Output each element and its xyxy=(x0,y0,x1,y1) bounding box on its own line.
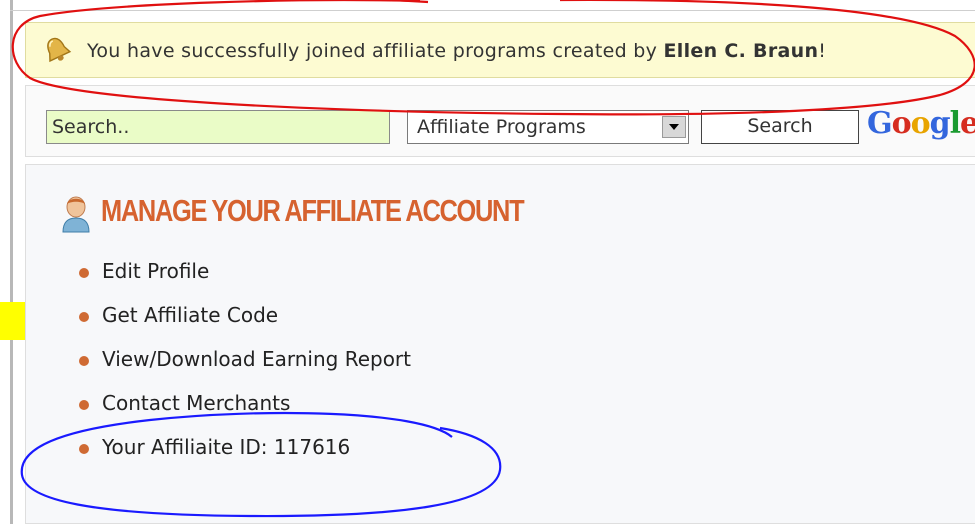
menu-item-label[interactable]: Get Affiliate Code xyxy=(102,303,278,327)
search-button[interactable]: Search xyxy=(701,110,859,144)
bell-icon xyxy=(47,37,72,63)
bullet-dot-icon xyxy=(79,312,89,322)
notice-message: You have successfully joined affiliate p… xyxy=(87,40,826,62)
panel-title: MANAGE YOUR AFFILIATE ACCOUNT xyxy=(101,193,525,228)
bullet-dot-icon xyxy=(79,400,89,410)
menu-item-label[interactable]: Contact Merchants xyxy=(102,391,290,415)
merchant-name: Ellen C. Braun xyxy=(663,40,819,62)
window-top-border xyxy=(10,10,975,11)
manage-account-panel: MANAGE YOUR AFFILIATE ACCOUNT Edit Profi… xyxy=(25,164,975,524)
window-left-border xyxy=(10,0,13,524)
success-notice: You have successfully joined affiliate p… xyxy=(25,22,975,78)
chevron-down-icon[interactable] xyxy=(662,116,686,138)
menu-item-label[interactable]: View/Download Earning Report xyxy=(102,347,411,371)
bullet-dot-icon xyxy=(79,356,89,366)
notice-suffix: ! xyxy=(818,40,827,62)
notice-prefix: You have successfully joined affiliate p… xyxy=(87,40,664,62)
bullet-dot-icon xyxy=(79,444,89,454)
search-bar: Affiliate Programs Search GoogleTM xyxy=(25,85,975,157)
category-select-value: Affiliate Programs xyxy=(417,116,586,138)
search-input[interactable] xyxy=(46,110,390,144)
category-select[interactable]: Affiliate Programs xyxy=(407,110,689,144)
google-logo: GoogleTM xyxy=(867,106,975,141)
bullet-dot-icon xyxy=(79,268,89,278)
affiliate-id-text: Your Affiliaite ID: 117616 xyxy=(102,435,351,459)
menu-item-label[interactable]: Edit Profile xyxy=(102,259,209,283)
user-icon xyxy=(62,196,90,233)
red-mark-annotation xyxy=(392,0,429,4)
